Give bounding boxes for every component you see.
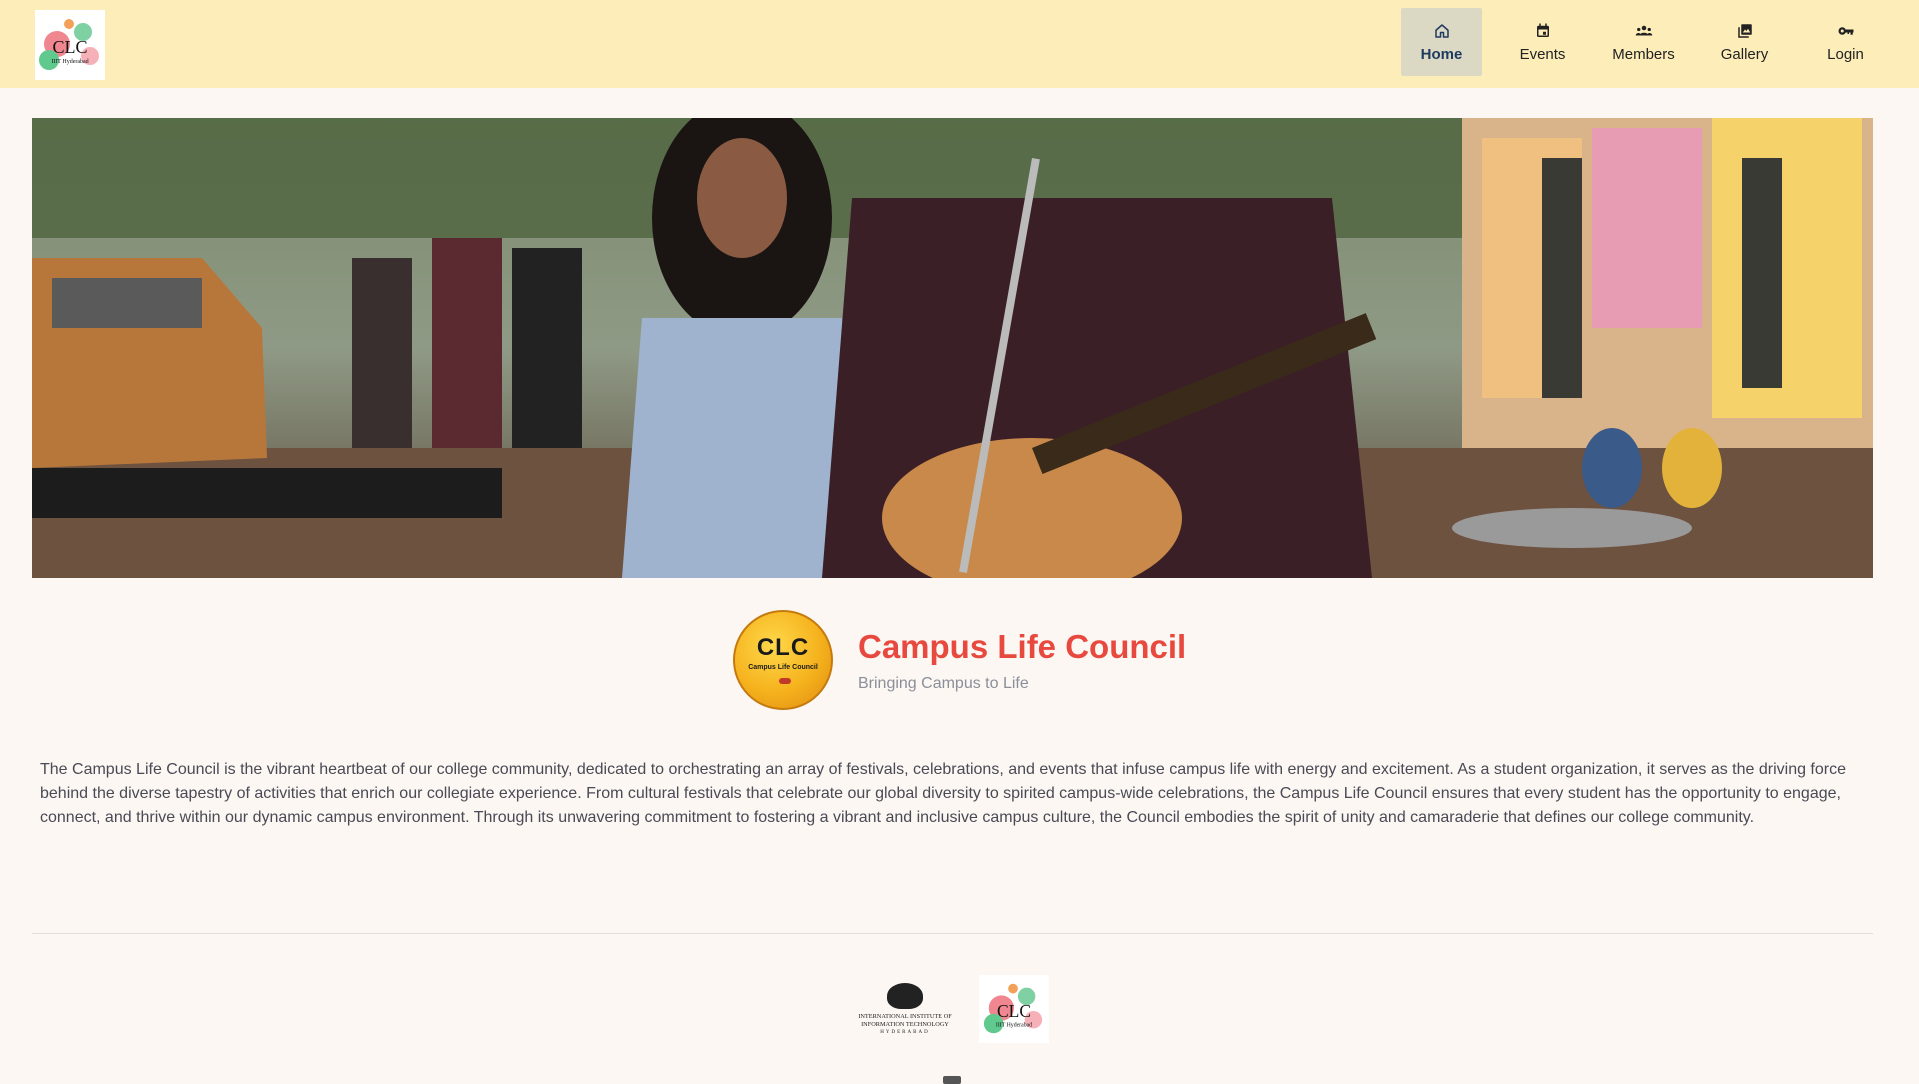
gallery-icon xyxy=(1737,23,1752,38)
clc-logo-subtext: IIIT Hyderabad xyxy=(51,59,88,65)
clc-logo[interactable]: CLC IIIT Hyderabad xyxy=(35,10,105,80)
council-description: The Campus Life Council is the vibrant h… xyxy=(40,761,1846,826)
footer-partial-icon[interactable] xyxy=(943,1076,961,1084)
nav-events-label: Events xyxy=(1519,45,1566,63)
clc-footer-logo-graphic: CLC IIIT Hyderabad xyxy=(983,983,1043,1034)
nav-members-label: Members xyxy=(1612,45,1675,63)
hero-banner-image xyxy=(32,118,1873,578)
nav-events[interactable]: Events xyxy=(1502,8,1583,76)
nav-home-label: Home xyxy=(1420,45,1463,63)
members-icon xyxy=(1635,25,1652,35)
clc-footer-logo-text: CLC xyxy=(997,1001,1031,1021)
hero-banner xyxy=(32,118,1873,578)
footer-divider xyxy=(32,933,1873,934)
iiit-logo-line2: INFORMATION TECHNOLOGY xyxy=(861,1021,949,1028)
top-navigation-bar: CLC IIIT Hyderabad Home Events Members G… xyxy=(0,0,1919,88)
iiit-logo-line3: HYDERABAD xyxy=(880,1030,930,1035)
page-title: Campus Life Council xyxy=(858,628,1187,665)
page-tagline: Bringing Campus to Life xyxy=(858,675,1029,692)
key-icon xyxy=(1838,26,1853,35)
iiit-logo[interactable]: INTERNATIONAL INSTITUTE OF INFORMATION T… xyxy=(855,983,955,1043)
iiit-logo-line1: INTERNATIONAL INSTITUTE OF xyxy=(858,1013,952,1020)
calendar-icon xyxy=(1536,23,1549,37)
nav-login[interactable]: Login xyxy=(1805,8,1886,76)
clc-badge-logo: CLC Campus Life Council xyxy=(733,610,833,710)
nav-home[interactable]: Home xyxy=(1401,8,1482,76)
nav-login-label: Login xyxy=(1827,45,1864,63)
home-icon xyxy=(1434,23,1449,38)
badge-mark xyxy=(779,678,791,684)
nav-gallery-label: Gallery xyxy=(1720,45,1769,63)
clc-logo-graphic: CLC IIIT Hyderabad xyxy=(39,19,99,70)
clc-footer-logo[interactable]: CLC IIIT Hyderabad xyxy=(979,975,1049,1043)
clc-footer-logo-subtext: IIIT Hyderabad xyxy=(996,1022,1032,1028)
badge-text: CLC xyxy=(756,634,810,661)
nav-gallery[interactable]: Gallery xyxy=(1704,8,1785,76)
main-nav: Home Events Members Gallery Login xyxy=(1381,8,1919,76)
iiit-tree-icon xyxy=(887,983,923,1009)
clc-logo-text: CLC xyxy=(52,37,87,57)
badge-subtext: Campus Life Council xyxy=(748,664,818,671)
nav-members[interactable]: Members xyxy=(1603,8,1684,76)
